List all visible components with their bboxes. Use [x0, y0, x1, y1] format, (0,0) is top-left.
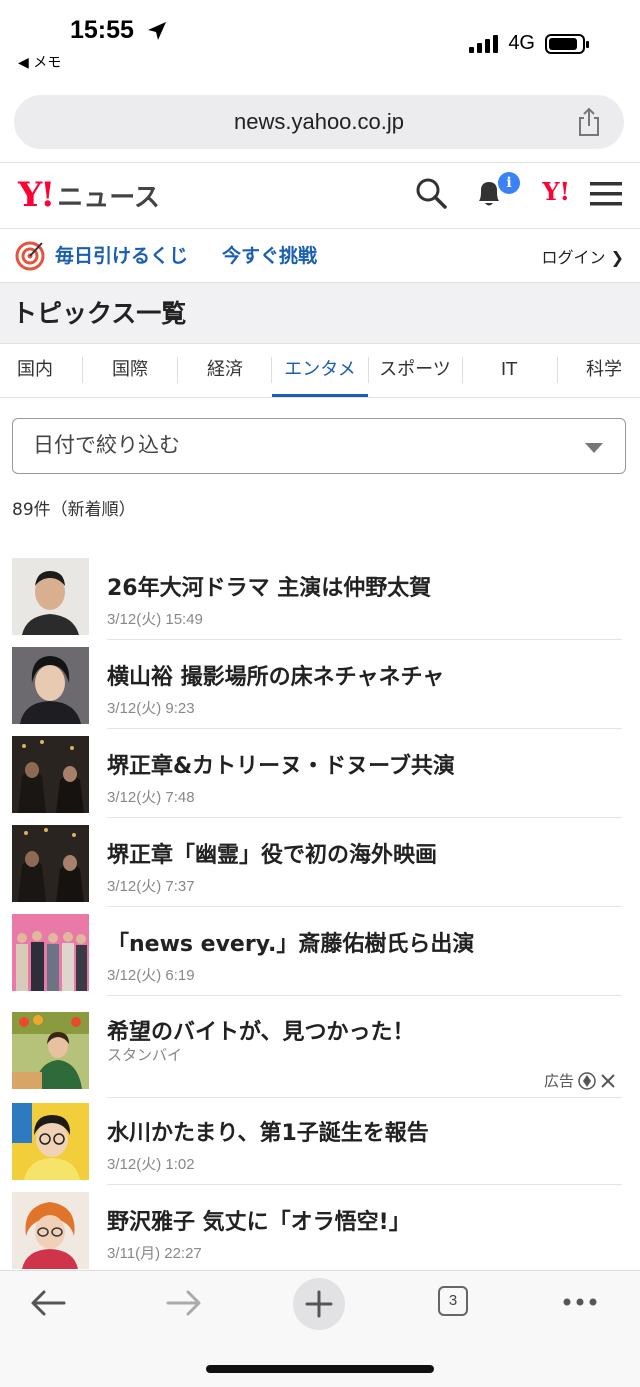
forward-arrow-icon[interactable] — [166, 1289, 202, 1317]
yahoo-logo-mark: Y! — [18, 175, 55, 215]
article-date: 3/12(火) 7:37 — [107, 878, 195, 895]
article-title[interactable]: 堺正章&カトリーヌ・ドヌーブ共演 — [107, 748, 455, 780]
notification-badge: i — [498, 172, 520, 194]
lottery-promo-link[interactable]: 毎日引けるくじ — [55, 241, 188, 268]
lottery-cta-link[interactable]: 今すぐ挑戦 — [222, 241, 317, 268]
tab-domestic[interactable]: 国内 — [0, 343, 70, 397]
signal-icon — [469, 34, 499, 53]
article-date: 3/12(火) 1:02 — [107, 1156, 195, 1173]
network-label: 4G — [508, 32, 535, 54]
yahoo-home-icon[interactable]: Y! — [542, 177, 570, 206]
page-title: トピックス一覧 — [12, 299, 187, 328]
share-icon[interactable] — [576, 107, 602, 137]
address-bar[interactable]: news.yahoo.co.jp — [14, 95, 624, 149]
ad-advertiser: スタンバイ — [107, 1047, 183, 1064]
list-item[interactable]: 堺正章「幽霊」役で初の海外映画 3/12(火) 7:37 — [12, 825, 622, 907]
tab-science[interactable]: 科学 — [568, 343, 640, 397]
site-logo[interactable]: Y! ニュース — [18, 175, 160, 215]
date-filter-select[interactable]: 日付で絞り込む — [12, 418, 626, 474]
article-thumbnail — [12, 825, 89, 902]
new-tab-plus-icon[interactable] — [292, 1277, 346, 1331]
category-tabs: 国内 国際 経済 エンタメ スポーツ IT 科学 — [0, 343, 640, 398]
list-item[interactable]: 「news every.」斎藤佑樹氏ら出演 3/12(火) 6:19 — [12, 914, 622, 996]
article-title[interactable]: 横山裕 撮影場所の床ネチャネチャ — [107, 659, 444, 691]
more-options-icon[interactable] — [562, 1297, 598, 1307]
back-arrow-icon[interactable] — [30, 1289, 66, 1317]
ad-thumbnail — [12, 1012, 89, 1089]
tab-count-button[interactable]: 3 — [438, 1286, 468, 1316]
ad-choices-icon[interactable] — [578, 1071, 596, 1090]
logo-text: ニュース — [57, 182, 160, 213]
article-thumbnail — [12, 1103, 89, 1180]
home-indicator — [206, 1365, 434, 1373]
article-date: 3/12(火) 6:19 — [107, 967, 195, 984]
tab-it[interactable]: IT — [462, 343, 556, 397]
article-date: 3/11(月) 22:27 — [107, 1245, 202, 1262]
hamburger-menu-icon[interactable] — [590, 180, 622, 208]
article-date: 3/12(火) 7:48 — [107, 789, 195, 806]
article-title[interactable]: 堺正章「幽霊」役で初の海外映画 — [107, 837, 437, 869]
back-to-app-link[interactable]: ◀ メモ — [18, 52, 61, 72]
url-text[interactable]: news.yahoo.co.jp — [14, 95, 624, 149]
article-thumbnail — [12, 736, 89, 813]
article-title[interactable]: 野沢雅子 気丈に「オラ悟空!」 — [107, 1204, 411, 1236]
ad-info[interactable]: 広告 — [544, 1070, 616, 1091]
close-icon[interactable] — [600, 1073, 616, 1089]
tab-sports[interactable]: スポーツ — [368, 343, 462, 397]
list-item[interactable]: 26年大河ドラマ 主演は仲野太賀 3/12(火) 15:49 — [12, 558, 622, 640]
article-title[interactable]: 「news every.」斎藤佑樹氏ら出演 — [107, 926, 474, 958]
list-item[interactable]: 水川かたまり、第1子誕生を報告 3/12(火) 1:02 — [12, 1103, 622, 1185]
status-time: 15:55 — [70, 16, 134, 44]
ad-list-item[interactable]: 希望のバイトが、見つかった！ スタンバイ 広告 — [12, 1012, 622, 1098]
status-indicators: 4G — [469, 32, 589, 55]
ad-label: 広告 — [543, 1072, 574, 1090]
article-thumbnail — [12, 647, 89, 724]
article-date: 3/12(火) 9:23 — [107, 700, 195, 717]
tab-economy[interactable]: 経済 — [187, 343, 263, 397]
article-title[interactable]: 26年大河ドラマ 主演は仲野太賀 — [107, 570, 431, 602]
article-thumbnail — [12, 558, 89, 635]
active-tab-indicator — [272, 394, 368, 397]
login-link[interactable]: ログイン ❯ — [542, 244, 625, 268]
battery-icon — [545, 33, 589, 54]
list-item[interactable]: 横山裕 撮影場所の床ネチャネチャ 3/12(火) 9:23 — [12, 647, 622, 729]
ad-title[interactable]: 希望のバイトが、見つかった！ — [107, 1014, 415, 1046]
list-item[interactable]: 堺正章&カトリーヌ・ドヌーブ共演 3/12(火) 7:48 — [12, 736, 622, 818]
article-thumbnail — [12, 1192, 89, 1269]
location-arrow-icon — [148, 22, 166, 40]
chevron-down-icon — [585, 443, 603, 453]
search-icon[interactable] — [414, 176, 448, 210]
article-title[interactable]: 水川かたまり、第1子誕生を報告 — [107, 1115, 429, 1147]
date-filter-label: 日付で絞り込む — [33, 433, 180, 457]
result-count: 89件（新着順） — [12, 500, 136, 520]
target-icon — [15, 241, 45, 271]
article-date: 3/12(火) 15:49 — [107, 611, 203, 628]
list-item[interactable]: 野沢雅子 気丈に「オラ悟空!」 3/11(月) 22:27 — [12, 1192, 622, 1270]
tab-entertainment[interactable]: エンタメ — [272, 343, 368, 397]
article-thumbnail — [12, 914, 89, 991]
tab-international[interactable]: 国際 — [92, 343, 168, 397]
